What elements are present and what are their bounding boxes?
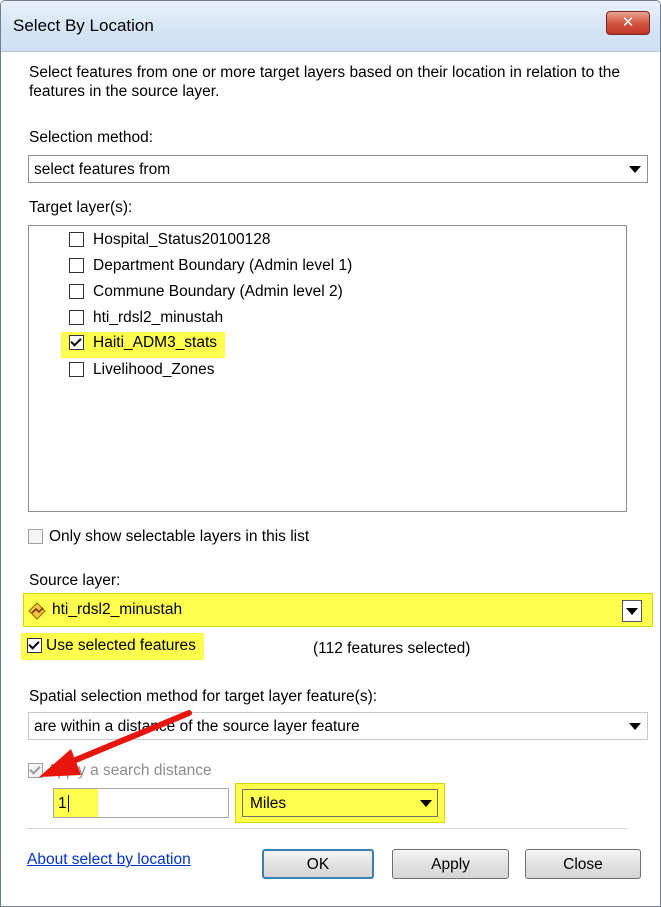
target-layers-list[interactable]: Hospital_Status20100128 Department Bound… xyxy=(28,225,627,512)
chevron-down-icon xyxy=(629,723,641,730)
apply-search-distance-checkbox[interactable] xyxy=(28,763,43,779)
layer-label: Haiti_ADM3_stats xyxy=(93,334,218,351)
only-selectable-option[interactable]: Only show selectable layers in this list xyxy=(28,528,309,546)
spatial-method-dropdown[interactable]: are within a distance of the source laye… xyxy=(28,712,648,740)
layer-label: Hospital_Status20100128 xyxy=(93,231,271,248)
use-selected-label: Use selected features xyxy=(46,637,196,654)
select-by-location-dialog: Select By Location ✕ Select features fro… xyxy=(0,0,661,907)
list-item[interactable]: Livelihood_Zones xyxy=(69,361,215,383)
only-selectable-label: Only show selectable layers in this list xyxy=(49,528,310,545)
footer-separator xyxy=(27,828,628,829)
list-item[interactable]: hti_rdsl2_minustah xyxy=(69,309,223,331)
layer-checkbox[interactable] xyxy=(69,310,84,326)
apply-search-distance-option[interactable]: Apply a search distance xyxy=(28,762,212,780)
layer-label: Commune Boundary (Admin level 2) xyxy=(93,283,343,300)
layer-label: Livelihood_Zones xyxy=(93,361,215,378)
search-distance-input[interactable]: 1 xyxy=(53,788,229,818)
distance-units-value: Miles xyxy=(250,795,287,812)
target-layers-label: Target layer(s): xyxy=(29,199,133,216)
line-layer-icon xyxy=(28,602,46,620)
spatial-method-value: are within a distance of the source laye… xyxy=(34,718,360,735)
layer-label: Department Boundary (Admin level 1) xyxy=(93,257,353,274)
layer-label: hti_rdsl2_minustah xyxy=(93,309,224,326)
chevron-down-icon xyxy=(629,166,641,173)
selection-method-value: select features from xyxy=(34,161,171,178)
source-layer-value: hti_rdsl2_minustah xyxy=(52,601,183,618)
use-selected-checkbox[interactable] xyxy=(27,638,42,654)
use-selected-option[interactable]: Use selected features xyxy=(21,633,204,660)
list-item[interactable]: Haiti_ADM3_stats xyxy=(61,332,226,358)
selection-method-label: Selection method: xyxy=(29,129,154,146)
window-title: Select By Location xyxy=(13,16,154,35)
source-layer-label: Source layer: xyxy=(29,572,121,589)
search-distance-value: 1 xyxy=(58,795,67,812)
source-layer-dropdown[interactable]: hti_rdsl2_minustah xyxy=(23,593,653,627)
layer-checkbox[interactable] xyxy=(69,284,84,300)
only-selectable-checkbox[interactable] xyxy=(28,529,43,545)
dropdown-button[interactable] xyxy=(622,600,642,622)
selected-count-text: (112 features selected) xyxy=(313,640,471,657)
layer-checkbox[interactable] xyxy=(69,335,84,351)
chevron-down-icon xyxy=(420,800,432,807)
layer-checkbox[interactable] xyxy=(69,232,84,248)
chevron-down-icon xyxy=(626,608,638,615)
close-button[interactable]: Close xyxy=(525,849,641,879)
spatial-method-label: Spatial selection method for target laye… xyxy=(29,688,378,705)
dialog-description: Select features from one or more target … xyxy=(29,64,621,100)
close-window-button[interactable]: ✕ xyxy=(606,11,650,35)
text-cursor xyxy=(68,795,69,812)
apply-button[interactable]: Apply xyxy=(392,849,509,879)
list-item[interactable]: Commune Boundary (Admin level 2) xyxy=(69,283,343,305)
layer-checkbox[interactable] xyxy=(69,258,84,274)
layer-checkbox[interactable] xyxy=(69,362,84,378)
title-bar: Select By Location ✕ xyxy=(1,1,660,52)
ok-button[interactable]: OK xyxy=(262,849,374,879)
about-select-by-location-link[interactable]: About select by location xyxy=(27,851,191,869)
list-item[interactable]: Department Boundary (Admin level 1) xyxy=(69,257,352,279)
apply-search-distance-label: Apply a search distance xyxy=(47,762,212,779)
list-item[interactable]: Hospital_Status20100128 xyxy=(69,231,271,253)
selection-method-dropdown[interactable]: select features from xyxy=(28,155,648,183)
distance-units-dropdown[interactable]: Miles xyxy=(235,783,445,823)
